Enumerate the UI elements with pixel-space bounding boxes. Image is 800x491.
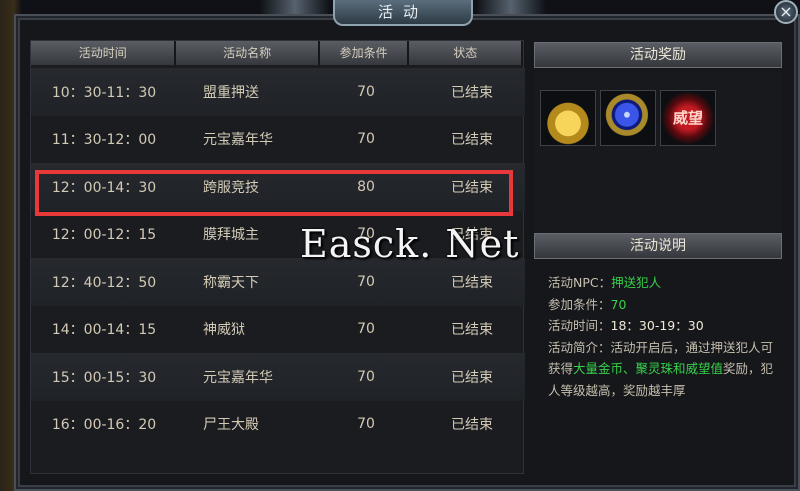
selected-row-highlight [35, 170, 513, 216]
table-header: 活动时间 活动名称 参加条件 状态 [31, 41, 524, 65]
detail-npc-value[interactable]: 押送犯人 [611, 275, 661, 290]
row-condition: 70 [357, 368, 375, 385]
row-status: 已结束 [451, 369, 493, 386]
detail-intro-label: 活动简介： [548, 339, 611, 355]
rewards-header: 活动奖励 [534, 42, 782, 68]
header-status[interactable]: 状态 [409, 41, 524, 65]
row-name: 元宝嘉年华 [203, 132, 273, 149]
row-condition: 70 [357, 321, 375, 338]
row-condition: 70 [357, 273, 375, 290]
detail-npc: 活动NPC：押送犯人 [548, 272, 774, 294]
watermark-text: Easck. Net [300, 222, 520, 266]
detail-cond-value: 70 [610, 296, 627, 312]
header-name[interactable]: 活动名称 [176, 41, 320, 65]
row-time: 12：00-12：15 [51, 227, 157, 244]
title-ornament-right [476, 0, 546, 14]
row-status: 已结束 [451, 417, 493, 434]
row-time: 10：30-11：30 [51, 84, 157, 101]
row-condition: 70 [357, 131, 375, 148]
prestige-icon[interactable]: 威望 [660, 90, 716, 146]
detail-npc-label: 活动NPC： [548, 275, 612, 290]
row-condition: 70 [357, 83, 375, 100]
row-name: 盟重押送 [203, 84, 259, 101]
activity-details: 活动NPC：押送犯人 参加条件：70 活动时间：18：30-19：30 活动简介… [548, 272, 774, 401]
title-ornament-left [260, 0, 330, 14]
header-condition[interactable]: 参加条件 [319, 41, 410, 65]
row-time: 16：00-16：20 [51, 417, 157, 434]
detail-time-value: 18：30-19：30 [610, 318, 704, 333]
window-title: 活动 [333, 0, 473, 26]
header-time[interactable]: 活动时间 [31, 41, 177, 65]
row-status: 已结束 [451, 132, 493, 149]
row-time: 12：40-12：50 [51, 274, 157, 291]
row-name: 元宝嘉年华 [203, 369, 273, 386]
row-name: 神威狱 [203, 322, 245, 339]
detail-intro-highlight: 大量金币、聚灵珠和威望值 [573, 361, 724, 376]
row-name: 尸王大殿 [203, 417, 259, 434]
table-row[interactable]: 16：00-16：20 尸王大殿 70 已结束 [31, 401, 525, 449]
table-row[interactable]: 15：00-15：30 元宝嘉年华 70 已结束 [31, 353, 525, 401]
table-row[interactable]: 10：30-11：30 盟重押送 70 已结束 [31, 68, 525, 116]
detail-time-label: 活动时间： [548, 318, 611, 333]
detail-cond-label: 参加条件： [548, 296, 611, 312]
table-row[interactable]: 14：00-14：15 神威狱 70 已结束 [31, 306, 525, 354]
row-time: 15：00-15：30 [51, 369, 157, 386]
row-time: 11：30-12：00 [51, 132, 157, 149]
spirit-orb-icon[interactable] [600, 90, 656, 146]
row-time: 14：00-14：15 [51, 322, 157, 339]
close-button[interactable]: × [774, 0, 798, 24]
row-status: 已结束 [451, 274, 493, 291]
row-name: 称霸天下 [203, 274, 259, 291]
row-condition: 70 [357, 416, 375, 433]
detail-time: 活动时间：18：30-19：30 [548, 315, 774, 337]
row-status: 已结束 [451, 84, 493, 101]
details-header: 活动说明 [534, 233, 782, 259]
row-status: 已结束 [451, 322, 493, 339]
table-row[interactable]: 11：30-12：00 元宝嘉年华 70 已结束 [31, 116, 525, 164]
detail-intro: 活动简介：活动开启后，通过押送犯人可获得大量金币、聚灵珠和威望值奖励，犯人等级越… [548, 337, 774, 402]
detail-condition: 参加条件：70 [548, 294, 774, 316]
gold-coins-icon[interactable] [540, 90, 596, 146]
